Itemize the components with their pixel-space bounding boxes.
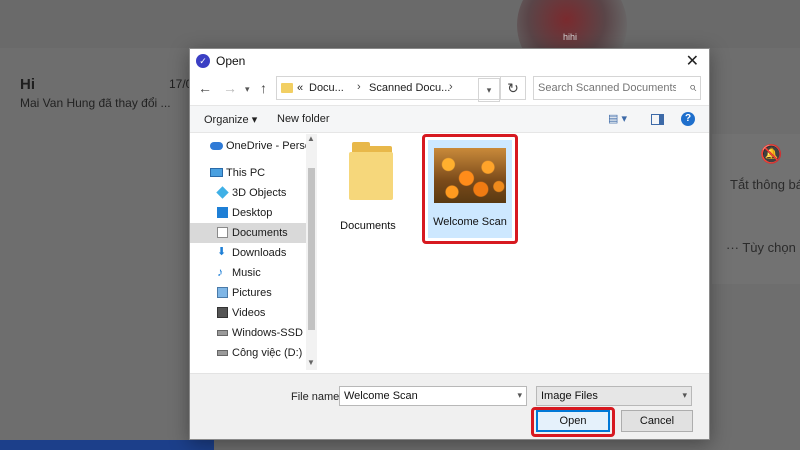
selection-highlight: Welcome Scan: [422, 134, 518, 244]
avatar-caption: hihi: [563, 32, 578, 42]
back-arrow-icon[interactable]: ←: [198, 80, 212, 96]
nav-label: Music: [232, 267, 261, 279]
nav-label: Documents: [232, 227, 288, 239]
desktop-icon: [217, 207, 228, 218]
breadcrumb-scanned-documents[interactable]: Scanned Docu...: [369, 82, 450, 94]
nav-label: Desktop: [232, 207, 273, 219]
cancel-button[interactable]: Cancel: [621, 410, 693, 432]
nav-item-this-pc[interactable]: This PC: [190, 163, 306, 183]
search-input[interactable]: [538, 80, 676, 96]
pc-icon: [210, 168, 223, 177]
search-box[interactable]: ⌕: [533, 76, 701, 100]
address-bar[interactable]: « Docu... › Scanned Docu... › ▾: [276, 76, 526, 102]
nav-label: This PC: [226, 167, 266, 179]
mute-notifications-label: Tắt thông bá: [730, 177, 800, 192]
open-file-dialog: ✓ Open ✕ ← → ▾ ↑ « Docu... › Scanned Doc…: [189, 48, 710, 440]
chevron-right-icon[interactable]: ›: [449, 81, 453, 93]
nav-scrollbar[interactable]: ▲ ▼: [306, 134, 317, 370]
nav-item-cong-viec[interactable]: Công việc (D:): [190, 343, 306, 363]
nav-label: Windows-SSD (C: [232, 327, 306, 339]
nav-label: Công việc (D:): [232, 347, 303, 359]
videos-icon: [217, 307, 228, 318]
nav-item-desktop[interactable]: Desktop: [190, 203, 306, 223]
nav-item-downloads[interactable]: ⬇ Downloads: [190, 243, 306, 263]
app-icon: ✓: [196, 54, 210, 68]
options-label: ··· Tùy chọn: [726, 240, 796, 255]
nav-item-windows-ssd[interactable]: Windows-SSD (C: [190, 323, 306, 343]
pictures-icon: [217, 287, 228, 298]
scrollbar-thumb[interactable]: [308, 168, 315, 330]
downloads-icon: ⬇: [217, 246, 227, 258]
file-type-select[interactable]: Image Files ▾: [536, 386, 692, 406]
file-label: Welcome Scan: [433, 216, 507, 228]
chevron-right-icon[interactable]: ›: [357, 81, 361, 93]
file-name-label: File name:: [291, 391, 343, 403]
folder-icon-front: [349, 152, 393, 200]
file-item-documents-folder[interactable]: Documents: [318, 134, 418, 244]
chevron-down-icon[interactable]: ▾: [478, 78, 500, 102]
chevron-down-icon[interactable]: ▾: [682, 390, 687, 401]
refresh-button[interactable]: ↻: [500, 76, 526, 100]
3d-objects-icon: [216, 186, 229, 199]
file-name-value: Welcome Scan: [344, 390, 418, 402]
image-thumbnail: [434, 148, 506, 203]
new-folder-button[interactable]: New folder: [277, 113, 330, 125]
nav-item-onedrive[interactable]: OneDrive - Person: [190, 136, 306, 156]
organize-menu-button[interactable]: Organize ▾: [204, 113, 257, 126]
bell-off-icon: 🔕: [760, 144, 783, 164]
nav-item-music[interactable]: ♪ Music: [190, 263, 306, 283]
folder-icon: [281, 83, 293, 93]
taskbar-accent: [0, 440, 214, 450]
file-list-pane: Documents Welcome Scan: [318, 134, 709, 370]
file-type-value: Image Files: [541, 390, 598, 402]
nav-item-videos[interactable]: Videos: [190, 303, 306, 323]
nav-label: Downloads: [232, 247, 287, 259]
chevron-down-icon[interactable]: ▾: [517, 390, 522, 401]
search-icon[interactable]: ⌕: [689, 79, 696, 95]
up-arrow-icon[interactable]: ↑: [260, 80, 267, 96]
dialog-footer: File name: Welcome Scan ▾ Image Files ▾ …: [190, 373, 709, 439]
open-button[interactable]: Open: [536, 410, 610, 432]
navigation-pane: OneDrive - Person This PC 3D Objects Des…: [190, 134, 317, 370]
drive-icon: [217, 330, 228, 336]
nav-item-pictures[interactable]: Pictures: [190, 283, 306, 303]
nav-label: OneDrive - Person: [226, 140, 306, 152]
dialog-title: Open: [216, 54, 246, 68]
nav-label: Pictures: [232, 287, 272, 299]
chevron-up-icon[interactable]: ▲: [307, 134, 315, 143]
navigation-bar: ← → ▾ ↑ « Docu... › Scanned Docu... › ▾ …: [190, 75, 709, 103]
drive-icon: [217, 350, 228, 356]
nav-item-documents[interactable]: Documents: [190, 223, 306, 243]
dialog-titlebar: ✓ Open ✕: [190, 49, 709, 73]
background-header: [0, 0, 800, 48]
chat-preview: Mai Van Hung đã thay đổi ...: [20, 96, 171, 110]
change-view-icon[interactable]: ▤ ▾: [608, 112, 627, 125]
chevron-down-icon[interactable]: ▼: [307, 358, 315, 367]
documents-icon: [217, 227, 228, 238]
help-icon[interactable]: ?: [681, 112, 695, 126]
breadcrumb-documents[interactable]: Docu...: [309, 82, 344, 94]
forward-arrow-icon[interactable]: →: [223, 80, 237, 96]
nav-label: 3D Objects: [232, 187, 287, 199]
recent-locations-chevron-icon[interactable]: ▾: [245, 84, 250, 95]
onedrive-icon: [210, 142, 223, 150]
close-button[interactable]: ✕: [686, 51, 699, 71]
file-item-welcome-scan[interactable]: Welcome Scan: [428, 140, 512, 238]
nav-label: Videos: [232, 307, 266, 319]
nav-item-3d-objects[interactable]: 3D Objects: [190, 183, 306, 203]
command-toolbar: Organize ▾ New folder ▤ ▾ ?: [190, 105, 709, 133]
file-label: Documents: [340, 220, 396, 232]
file-name-input[interactable]: Welcome Scan ▾: [339, 386, 527, 406]
preview-pane-icon[interactable]: [651, 114, 664, 125]
right-panel: [712, 134, 800, 284]
music-icon: ♪: [217, 265, 223, 279]
address-overflow[interactable]: «: [297, 82, 303, 94]
chat-title: Hi: [20, 76, 35, 93]
